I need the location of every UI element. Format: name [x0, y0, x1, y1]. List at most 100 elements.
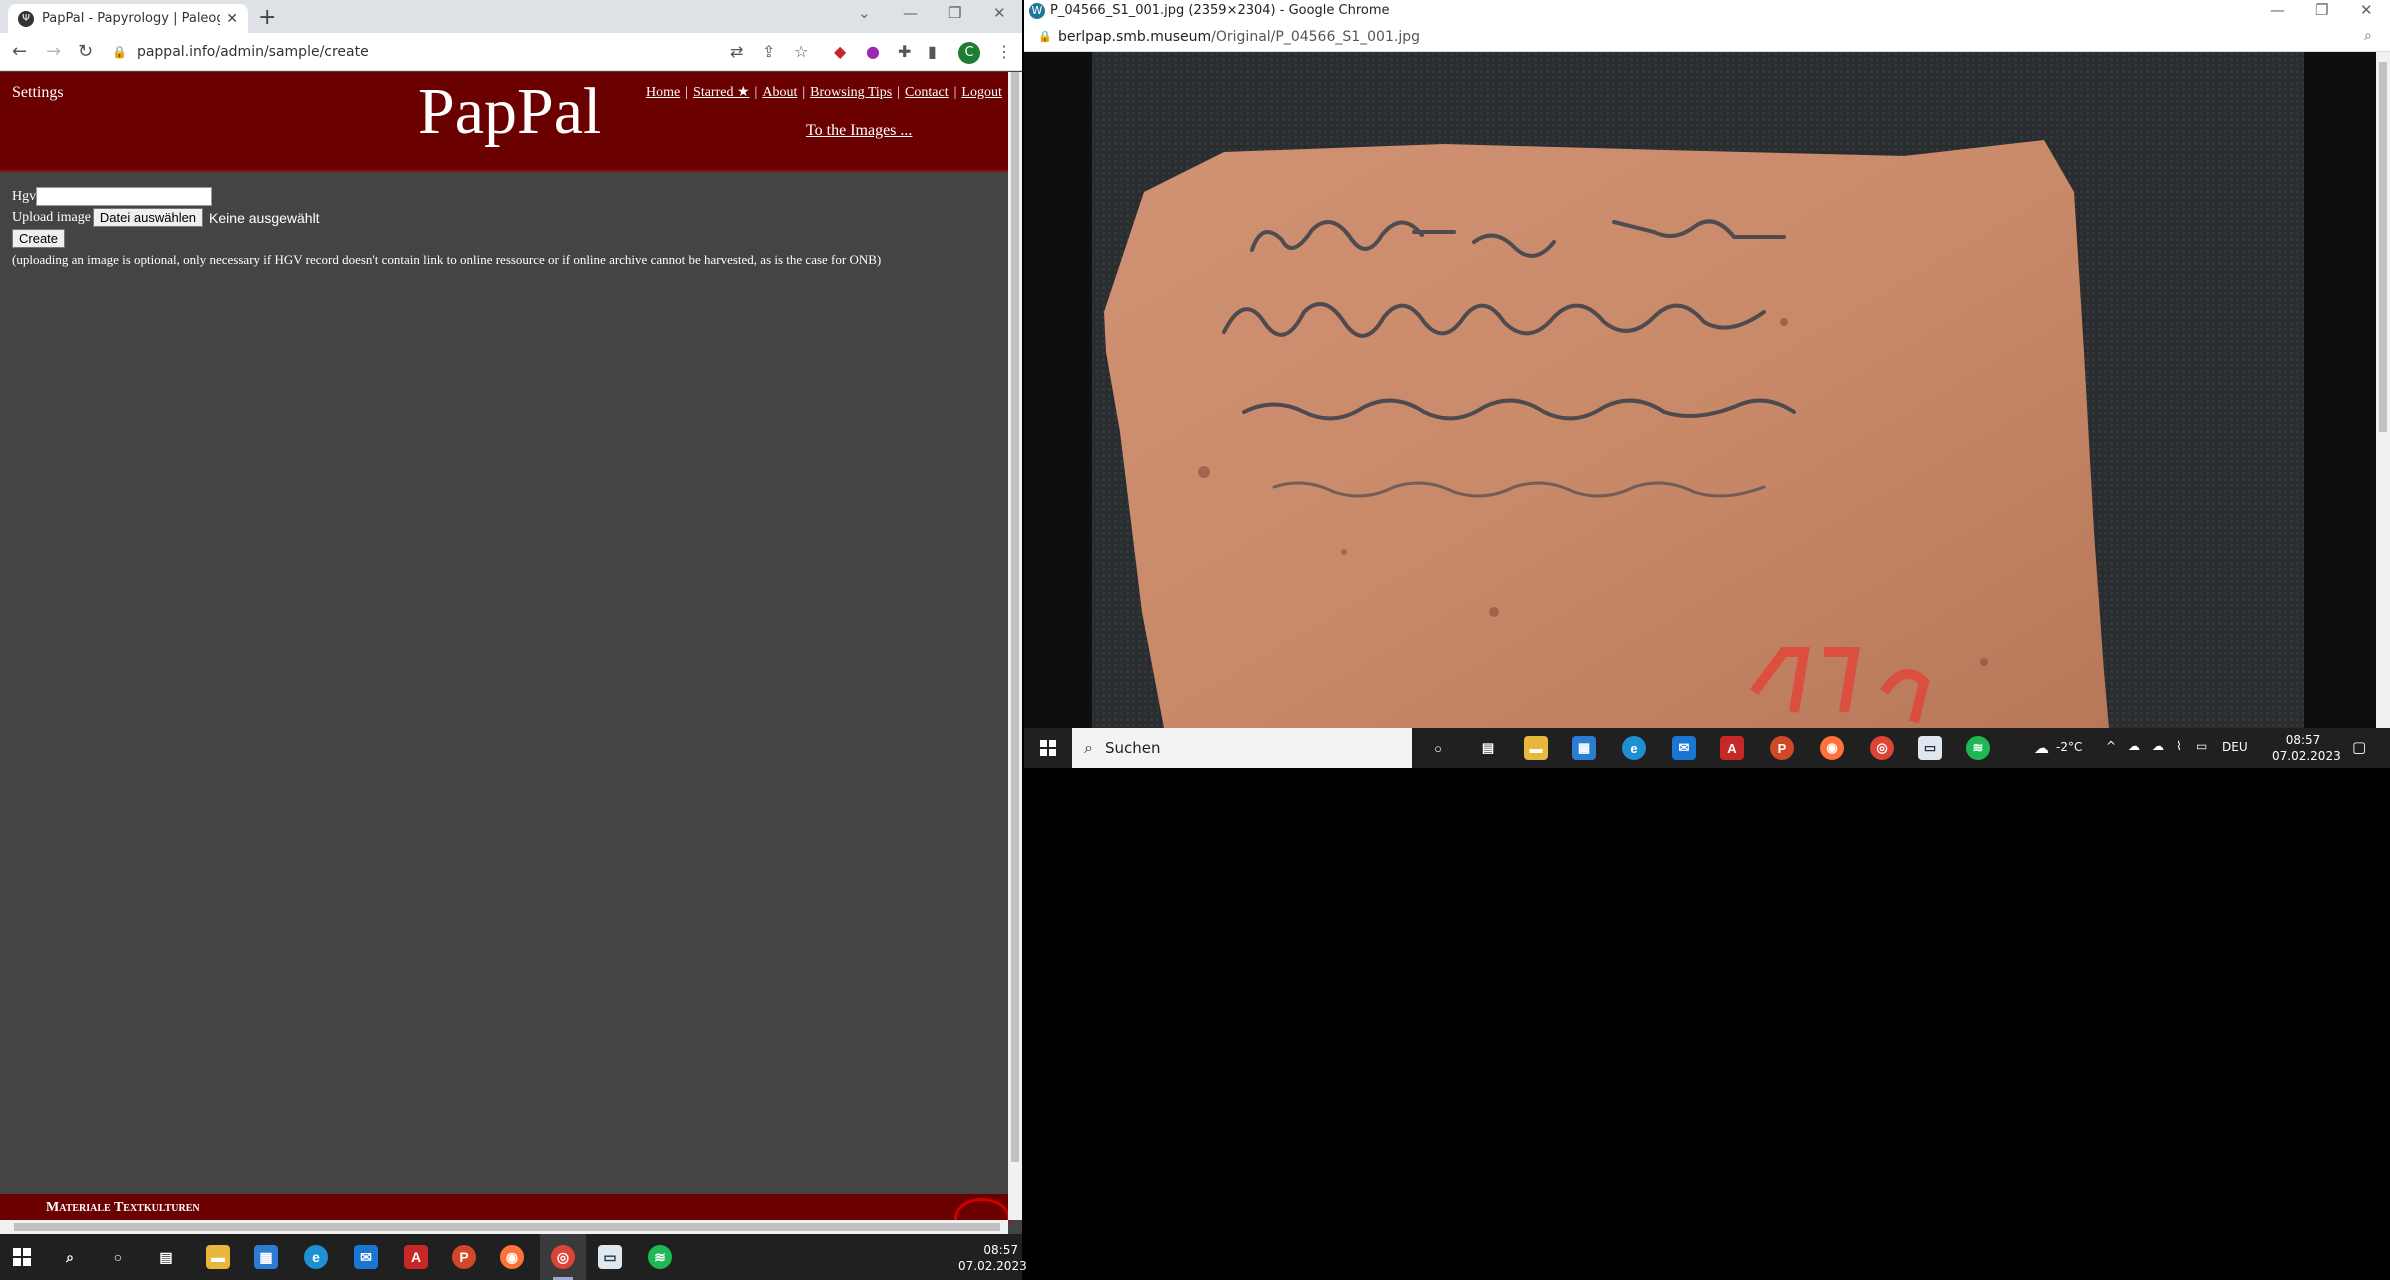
browser-toolbar: ← → ↻ 🔒 pappal.info/admin/sample/create …: [0, 33, 1022, 71]
taskbar-clock[interactable]: 08:57 07.02.2023: [958, 1242, 1027, 1274]
weather-icon[interactable]: ☁: [2034, 739, 2049, 757]
pappal-favicon-icon: Ψ: [18, 10, 34, 27]
powerpoint-icon[interactable]: P: [1770, 736, 1794, 760]
clock-time: 08:57: [2285, 733, 2321, 747]
tray-chevron-icon[interactable]: ^: [2106, 739, 2116, 753]
page-horizontal-scrollbar[interactable]: [0, 1220, 1008, 1234]
hgv-input[interactable]: [36, 187, 213, 206]
mail-icon[interactable]: ✉: [1672, 736, 1696, 760]
new-tab-button[interactable]: +: [258, 5, 276, 30]
taskbar-left: ⌕ ○ ▤ ▬ ▦ e ✉ A P ◉ ◎ ▭ ≋ 08:57 07.02.20…: [0, 1234, 1027, 1280]
pappal-logo[interactable]: PapPal: [418, 74, 601, 150]
scroll-thumb[interactable]: [1011, 72, 1019, 1162]
back-icon[interactable]: ←: [12, 41, 27, 62]
edge-icon[interactable]: e: [304, 1245, 328, 1269]
restore-icon[interactable]: ❐: [2315, 1, 2328, 19]
minimize-icon[interactable]: —: [2270, 1, 2285, 19]
notifications-icon[interactable]: ▢: [2352, 738, 2366, 756]
upload-image-label: Upload image: [12, 209, 91, 225]
cortana-icon[interactable]: ○: [106, 1245, 130, 1269]
tab-pappal[interactable]: Ψ PapPal - Papyrology | Paleograph ✕: [8, 4, 248, 33]
file-explorer-icon[interactable]: ▬: [1524, 736, 1548, 760]
chrome-icon[interactable]: ◎: [1870, 736, 1894, 760]
settings-link[interactable]: Settings: [12, 84, 64, 102]
task-view-icon[interactable]: ▤: [1476, 736, 1500, 760]
bookmark-star-icon[interactable]: ☆: [794, 42, 808, 61]
firefox-icon[interactable]: ◉: [1820, 736, 1844, 760]
scroll-thumb[interactable]: [14, 1223, 1000, 1231]
nav-browsing-tips[interactable]: Browsing Tips: [810, 85, 892, 100]
nav-separator: |: [953, 85, 957, 100]
nav-separator: |: [754, 85, 758, 100]
cloud-sync-icon[interactable]: ☁: [2152, 739, 2164, 753]
spotify-icon[interactable]: ≋: [648, 1245, 672, 1269]
menu-kebab-icon[interactable]: ⋮: [996, 42, 1012, 61]
taskbar-search-box[interactable]: ⌕ Suchen: [1072, 728, 1412, 768]
mail-icon[interactable]: ✉: [354, 1245, 378, 1269]
acrobat-icon[interactable]: A: [1720, 736, 1744, 760]
nav-contact[interactable]: Contact: [905, 85, 949, 100]
windows-start-icon[interactable]: [1036, 736, 1060, 760]
restore-icon[interactable]: ❐: [948, 4, 961, 22]
left-browser-window: Ψ PapPal - Papyrology | Paleograph ✕ + ⌄…: [0, 0, 1022, 1234]
task-view-icon[interactable]: ▤: [154, 1245, 178, 1269]
image-window-urlbar[interactable]: 🔒 berlpap.smb.museum/Original/P_04566_S1…: [1024, 22, 2390, 52]
to-images-link[interactable]: To the Images ...: [806, 122, 912, 140]
search-icon[interactable]: ⌕: [58, 1245, 82, 1269]
image-vertical-scrollbar[interactable]: [2376, 52, 2390, 728]
page-vertical-scrollbar[interactable]: [1008, 72, 1022, 1220]
powerpoint-icon[interactable]: P: [452, 1245, 476, 1269]
onedrive-icon[interactable]: ☁: [2128, 739, 2140, 753]
footer-text: Materiale Textkulturen: [46, 1200, 200, 1215]
share-icon[interactable]: ⇪: [762, 42, 775, 61]
nav-logout[interactable]: Logout: [961, 85, 1001, 100]
choose-file-button[interactable]: Datei auswählen: [92, 208, 204, 227]
clock-date: 07.02.2023: [958, 1259, 1027, 1273]
file-explorer-icon[interactable]: ▬: [206, 1245, 230, 1269]
network-icon[interactable]: ⌇: [2176, 739, 2182, 753]
minimize-icon[interactable]: —: [903, 4, 918, 22]
address-bar[interactable]: 🔒 pappal.info/admin/sample/create: [112, 38, 692, 66]
close-tab-icon[interactable]: ✕: [226, 11, 238, 27]
nav-home[interactable]: Home: [646, 85, 680, 100]
zoom-icon[interactable]: ⌕: [2364, 28, 2372, 44]
close-window-icon[interactable]: ✕: [2360, 1, 2373, 19]
spotify-icon[interactable]: ≋: [1966, 736, 1990, 760]
search-icon: ⌕: [1084, 738, 1093, 757]
extensions-puzzle-icon[interactable]: ✚: [898, 42, 911, 61]
notepad-icon[interactable]: ▭: [1918, 736, 1942, 760]
store-icon[interactable]: ▦: [1572, 736, 1596, 760]
store-icon[interactable]: ▦: [254, 1245, 278, 1269]
tab-search-icon[interactable]: ⌄: [858, 4, 871, 22]
nav-starred[interactable]: Starred ★: [693, 85, 749, 100]
battery-icon[interactable]: ▭: [2196, 739, 2207, 753]
reload-icon[interactable]: ↻: [78, 41, 93, 62]
profile-avatar[interactable]: C: [958, 42, 980, 64]
close-window-icon[interactable]: ✕: [993, 4, 1006, 22]
firefox-icon[interactable]: ◉: [500, 1245, 524, 1269]
lock-icon: 🔒: [1038, 30, 1052, 43]
notepad-icon[interactable]: ▭: [598, 1245, 622, 1269]
language-indicator[interactable]: DEU: [2222, 740, 2248, 754]
extension-ublock-icon[interactable]: ●: [866, 42, 880, 61]
weather-text[interactable]: -2°C: [2056, 740, 2082, 754]
translate-icon[interactable]: ⇄: [730, 42, 743, 61]
nav-separator: |: [685, 85, 689, 100]
forward-icon[interactable]: →: [46, 41, 61, 62]
nav-about[interactable]: About: [762, 85, 797, 100]
taskbar-clock[interactable]: 08:57 07.02.2023: [2272, 732, 2341, 764]
edge-icon[interactable]: e: [1622, 736, 1646, 760]
side-panel-icon[interactable]: ▮: [928, 42, 937, 61]
windows-start-icon[interactable]: [10, 1245, 34, 1269]
search-placeholder: Suchen: [1104, 739, 1161, 757]
create-button[interactable]: Create: [12, 229, 66, 248]
cortana-icon[interactable]: ○: [1426, 736, 1450, 760]
extension-shield-icon[interactable]: ◆: [834, 42, 846, 61]
ostracon-image-view[interactable]: [1024, 52, 2376, 728]
tab-title: PapPal - Papyrology | Paleograph: [42, 11, 220, 26]
nav-separator: |: [802, 85, 806, 100]
acrobat-icon[interactable]: A: [404, 1245, 428, 1269]
chrome-icon[interactable]: ◎: [551, 1245, 575, 1269]
scroll-thumb[interactable]: [2379, 62, 2387, 432]
wordpress-favicon-icon: W: [1029, 3, 1045, 19]
